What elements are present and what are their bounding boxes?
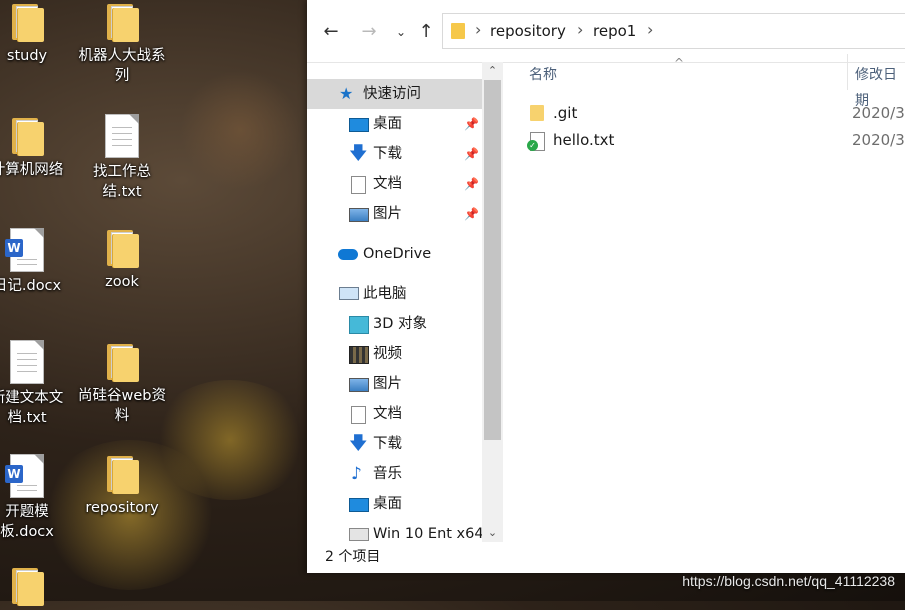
item-count: 2 个项目 [325,549,381,565]
desktop-icon-new-text-doc[interactable]: 新建文本文档.txt [0,340,75,428]
folder-icon [105,2,139,42]
desktop-icon-label: 计算机网络 [0,162,64,178]
picture-icon [349,378,369,392]
pin-icon: 📌 [464,207,479,221]
nav-videos[interactable]: 视频 [307,339,482,369]
desktop-icon [349,118,369,132]
text-file-icon [105,114,139,158]
back-button[interactable]: ← [319,20,343,44]
computer-icon [339,287,359,300]
file-list: ^ 名称 修改日期 .git 2020/3 ✓ hello.txt 2020/3 [504,54,905,542]
folder-icon [451,23,465,39]
recent-locations-chevron-down-icon[interactable]: ⌄ [389,20,413,44]
wallpaper-highlight [150,380,310,500]
film-icon [349,346,369,364]
pin-icon: 📌 [464,147,479,161]
nav-desktop-pinned[interactable]: 桌面 📌 [307,109,482,139]
breadcrumb-separator-icon: › [475,20,482,39]
breadcrumb-separator-icon: › [647,20,654,39]
nav-pictures[interactable]: 图片 [307,369,482,399]
nav-documents-pinned[interactable]: 文档 📌 [307,169,482,199]
desktop-icon-label: 新建文本文档.txt [0,390,64,426]
desktop-icon-proposal-template[interactable]: W 开题模板.docx [0,454,75,542]
folder-icon [530,105,544,121]
column-header-name[interactable]: 名称 [529,62,557,88]
music-note-icon: ♪ [351,464,362,484]
nav-downloads[interactable]: 🡇 下载 [307,429,482,459]
git-synced-text-file-icon: ✓ [527,132,545,151]
desktop-icon-repository[interactable]: repository [74,454,170,518]
file-row[interactable]: .git 2020/3 [524,100,905,126]
cloud-icon [338,249,358,260]
document-icon [351,406,366,424]
forward-button[interactable]: → [357,20,381,44]
desktop-icon-label: 尚硅谷web资料 [78,388,166,424]
desktop-icon-job-summary[interactable]: 找工作总结.txt [74,114,170,202]
nav-desktop[interactable]: 桌面 [307,489,482,519]
desktop-icon-study[interactable]: study [0,2,75,66]
nav-scrollbar[interactable]: ⌃ ⌄ [482,62,503,542]
nav-onedrive[interactable]: OneDrive [307,239,482,269]
nav-documents[interactable]: 文档 [307,399,482,429]
desktop-icon-web-materials[interactable]: 尚硅谷web资料 [74,342,170,426]
watermark-text: https://blog.csdn.net/qq_41112238 [682,573,895,589]
folder-icon [10,116,44,156]
nav-drive-c[interactable]: Win 10 Ent x64 [307,519,484,542]
folder-icon [105,228,139,268]
desktop-icon-zook[interactable]: zook [74,228,170,292]
desktop-icon-label: 机器人大战系列 [78,48,166,84]
folder-icon [105,454,139,494]
file-row[interactable]: ✓ hello.txt 2020/3 [524,127,905,153]
column-divider[interactable] [847,54,848,90]
desktop-icon [349,498,369,512]
breadcrumb[interactable]: › repository › repo1 › [442,13,905,49]
word-document-icon: W [5,454,44,498]
scroll-down-icon[interactable]: ⌄ [482,524,503,542]
folder-icon [10,566,44,606]
pin-icon: 📌 [464,177,479,191]
scroll-thumb[interactable] [484,80,501,440]
desktop-icon-label: repository [85,500,159,516]
document-icon [351,176,366,194]
download-arrow-icon: 🡇 [349,143,368,164]
desktop-icon-label: study [6,48,48,64]
download-arrow-icon: 🡇 [349,433,368,454]
star-icon: ★ [339,84,354,103]
word-document-icon: W [5,228,44,272]
sort-ascending-icon: ^ [674,56,685,70]
cube-icon [349,316,369,334]
breadcrumb-separator-icon: › [577,20,584,39]
nav-downloads-pinned[interactable]: 🡇 下载 📌 [307,139,482,169]
pin-icon: 📌 [464,117,479,131]
desktop-icon-label: zook [105,274,139,290]
picture-icon [349,208,369,222]
windows-drive-icon [349,528,369,541]
breadcrumb-repo1[interactable]: repo1 [593,22,636,40]
desktop-icon-robot-wars[interactable]: 机器人大战系列 [74,2,170,86]
desktop-icon-label: 找工作总结.txt [93,164,151,200]
scroll-up-icon[interactable]: ⌃ [482,62,503,80]
breadcrumb-repository[interactable]: repository [490,22,566,40]
desktop-icon-partial[interactable] [0,566,75,610]
text-file-icon [10,340,44,384]
nav-music[interactable]: ♪ 音乐 [307,459,482,489]
nav-quick-access[interactable]: ★ 快速访问 [307,79,482,109]
desktop-icon-diary[interactable]: W 日记.docx [0,228,75,296]
wallpaper-highlight [180,70,300,190]
status-bar: 2 个项目 [307,542,905,573]
column-header-modified[interactable]: 修改日期 [855,62,905,109]
folder-icon [105,342,139,382]
file-explorer-window: ← → ⌄ ↑ › repository › repo1 › ★ 快速访问 桌面… [307,0,905,573]
desktop-icon-label: 开题模板.docx [0,504,54,540]
nav-3d-objects[interactable]: 3D 对象 [307,309,482,339]
nav-pictures-pinned[interactable]: 图片 📌 [307,199,482,229]
address-bar: ← → ⌄ ↑ › repository › repo1 › [307,0,905,63]
desktop-icon-computer-network[interactable]: 计算机网络 [0,116,75,180]
nav-this-pc[interactable]: 此电脑 [307,279,482,309]
desktop-icon-label: 日记.docx [0,278,62,294]
navigation-pane: ★ 快速访问 桌面 📌 🡇 下载 📌 文档 📌 图片 📌 OneDrive 此电… [307,62,504,542]
folder-icon [10,2,44,42]
up-button[interactable]: ↑ [414,20,438,44]
